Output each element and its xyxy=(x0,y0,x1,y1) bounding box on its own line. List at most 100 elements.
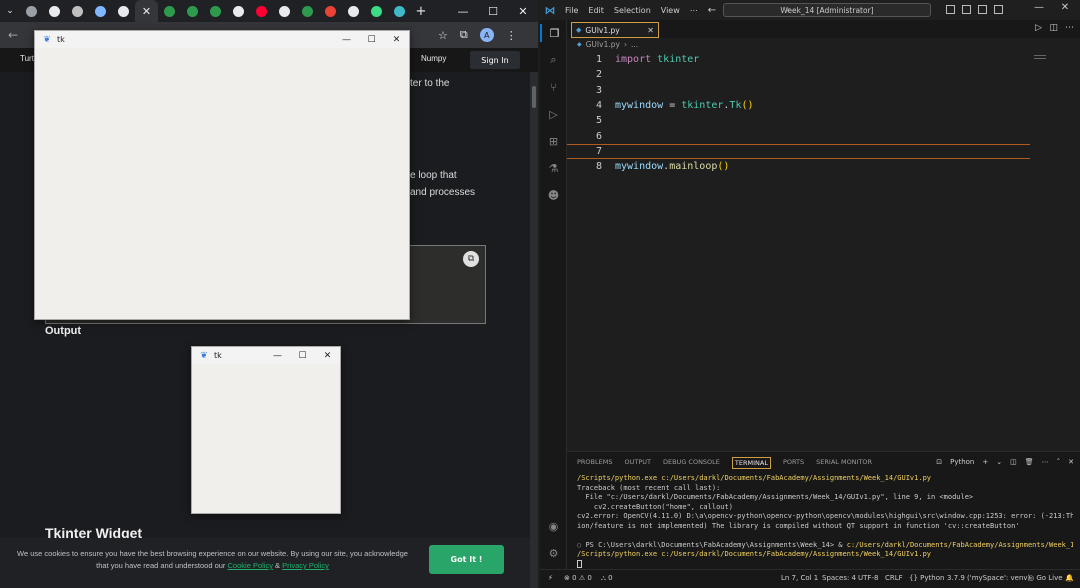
vscode-close-icon[interactable]: ✕ xyxy=(1050,2,1080,13)
copy-icon[interactable]: ⧉ xyxy=(463,251,479,267)
toggle-sidebar-icon[interactable] xyxy=(946,5,955,14)
chrome-menu-icon[interactable]: ⋮ xyxy=(506,29,517,42)
code-line[interactable]: 8 mywindow.mainloop() xyxy=(567,159,1030,174)
browser-tab[interactable] xyxy=(319,0,342,22)
run-python-icon[interactable]: ▷ xyxy=(1035,23,1042,33)
python-interpreter[interactable]: 3.7.9 ('mySpace': venv) xyxy=(947,574,1030,582)
account-icon[interactable]: ◉ xyxy=(540,517,567,535)
browser-tab[interactable] xyxy=(227,0,250,22)
close-icon[interactable]: ✕ xyxy=(384,31,409,48)
encoding[interactable]: UTF-8 xyxy=(858,574,878,582)
sign-in-button[interactable]: Sign In xyxy=(470,51,520,69)
terminal-output[interactable]: /Scripts/python.exe c:/Users/darkl/Docum… xyxy=(577,474,1073,568)
more-menu-icon[interactable]: ⋯ xyxy=(685,6,703,15)
breadcrumb-symbols[interactable]: ... xyxy=(631,40,638,49)
browser-tab[interactable] xyxy=(112,0,135,22)
bookmark-star-icon[interactable]: ☆ xyxy=(438,29,448,42)
terminal-shell-label[interactable]: Python xyxy=(950,458,974,466)
maximize-icon[interactable]: ☐ xyxy=(359,31,384,48)
line-ending[interactable]: CRLF xyxy=(885,574,903,582)
close-icon[interactable]: ✕ xyxy=(315,347,340,364)
language-mode[interactable]: {} Python xyxy=(909,574,944,582)
command-center-search[interactable]: ⌕ Week_14 [Administrator] xyxy=(723,3,931,17)
panel-tab-problems[interactable]: PROBLEMS xyxy=(577,458,612,468)
menu-edit[interactable]: Edit xyxy=(583,6,609,15)
minimize-icon[interactable]: — xyxy=(334,31,359,48)
code-line[interactable]: 6 xyxy=(567,129,1030,144)
toggle-secondary-sidebar-icon[interactable] xyxy=(978,5,987,14)
panel-tab-serial-monitor[interactable]: SERIAL MONITOR xyxy=(816,458,872,468)
code-line[interactable]: 1 import tkinter xyxy=(567,52,1030,67)
browser-tab[interactable] xyxy=(20,0,43,22)
code-line[interactable]: 2 xyxy=(567,67,1030,82)
run-debug-icon[interactable]: ▷ xyxy=(540,105,567,123)
minimize-icon[interactable]: — xyxy=(265,347,290,364)
browser-tab[interactable] xyxy=(158,0,181,22)
scroll-thumb[interactable] xyxy=(532,86,536,108)
back-arrow-icon[interactable]: ← xyxy=(703,5,721,16)
breadcrumb-file[interactable]: GUIv1.py xyxy=(586,40,620,49)
panel-tab-debug-console[interactable]: DEBUG CONSOLE xyxy=(663,458,720,468)
menu-file[interactable]: File xyxy=(560,6,583,15)
trash-icon[interactable]: 🗑 xyxy=(1025,458,1034,466)
split-editor-icon[interactable]: ◫ xyxy=(1049,23,1058,33)
minimap[interactable] xyxy=(1034,55,1046,61)
chrome-maximize-icon[interactable]: ☐ xyxy=(478,5,508,18)
browser-tab[interactable] xyxy=(89,0,112,22)
ports-status[interactable]: ⛬ 0 xyxy=(601,574,613,583)
maximize-icon[interactable]: ☐ xyxy=(290,347,315,364)
search-icon[interactable]: ⌕ xyxy=(540,51,567,69)
panel-tab-output[interactable]: OUTPUT xyxy=(624,458,651,468)
manage-gear-icon[interactable]: ⚙ xyxy=(540,544,567,562)
chevron-down-icon[interactable]: ⌄ xyxy=(996,458,1002,466)
browser-tab[interactable] xyxy=(250,0,273,22)
go-live-button[interactable]: ◎ Go Live xyxy=(1028,574,1063,582)
code-line[interactable]: 5 xyxy=(567,113,1030,128)
editor-tab-guiv1[interactable]: ◆ GUIv1.py ✕ xyxy=(571,22,659,38)
browser-tab[interactable] xyxy=(204,0,227,22)
browser-tab[interactable] xyxy=(273,0,296,22)
menu-view[interactable]: View xyxy=(656,6,685,15)
testing-icon[interactable]: ⚗ xyxy=(540,159,567,177)
chrome-close-icon[interactable]: ✕ xyxy=(508,5,538,18)
browser-tab[interactable] xyxy=(66,0,89,22)
tk-titlebar[interactable]: ❦ tk — ☐ ✕ xyxy=(192,347,340,364)
nav-item-numpy[interactable]: Numpy xyxy=(421,54,446,63)
code-line[interactable]: 4 mywindow = tkinter.Tk() xyxy=(567,98,1030,113)
menu-selection[interactable]: Selection xyxy=(609,6,656,15)
maximize-panel-icon[interactable]: ˄ xyxy=(1057,458,1061,466)
close-panel-icon[interactable]: ✕ xyxy=(1068,458,1074,466)
customize-layout-icon[interactable] xyxy=(994,5,1003,14)
new-tab-icon[interactable]: + xyxy=(411,4,431,19)
tab-search-chevron-icon[interactable]: ⌄ xyxy=(0,0,20,22)
more-actions-icon[interactable]: ⋯ xyxy=(1065,23,1074,33)
profile-avatar[interactable]: A xyxy=(479,28,494,42)
extensions-icon[interactable]: ⧉ xyxy=(460,28,468,42)
chrome-minimize-icon[interactable]: — xyxy=(448,5,478,18)
browser-tab[interactable] xyxy=(365,0,388,22)
explorer-icon[interactable]: ❐ xyxy=(540,24,567,42)
browser-tab[interactable] xyxy=(388,0,411,22)
more-actions-icon[interactable]: ⋯ xyxy=(1042,458,1049,466)
close-icon[interactable]: ✕ xyxy=(142,5,151,18)
nav-item-turtle[interactable]: Turt xyxy=(20,54,34,63)
notifications-bell-icon[interactable]: 🔔 xyxy=(1065,574,1074,582)
panel-tab-ports[interactable]: PORTS xyxy=(783,458,804,468)
toggle-panel-icon[interactable] xyxy=(962,5,971,14)
cookie-policy-link[interactable]: Cookie Policy xyxy=(228,561,273,570)
alien-extension-icon[interactable]: ☻ xyxy=(540,186,567,204)
back-arrow-icon[interactable]: ← xyxy=(0,28,26,42)
privacy-policy-link[interactable]: Privacy Policy xyxy=(282,561,329,570)
browser-tab[interactable] xyxy=(43,0,66,22)
tk-window-small[interactable]: ❦ tk — ☐ ✕ xyxy=(191,346,341,514)
browser-tab[interactable] xyxy=(296,0,319,22)
remote-icon[interactable]: ⚡ xyxy=(548,574,553,582)
new-terminal-icon[interactable]: + xyxy=(982,458,988,466)
browser-tab[interactable] xyxy=(342,0,365,22)
cursor-position[interactable]: Ln 7, Col 1 xyxy=(781,574,818,582)
panel-tab-terminal[interactable]: TERMINAL xyxy=(731,457,771,469)
page-scrollbar[interactable] xyxy=(530,72,538,588)
extensions-icon[interactable]: ⊞ xyxy=(540,132,567,150)
browser-tab[interactable]: ✕ xyxy=(135,0,158,22)
tk-window-large[interactable]: ❦ tk — ☐ ✕ xyxy=(34,30,410,320)
